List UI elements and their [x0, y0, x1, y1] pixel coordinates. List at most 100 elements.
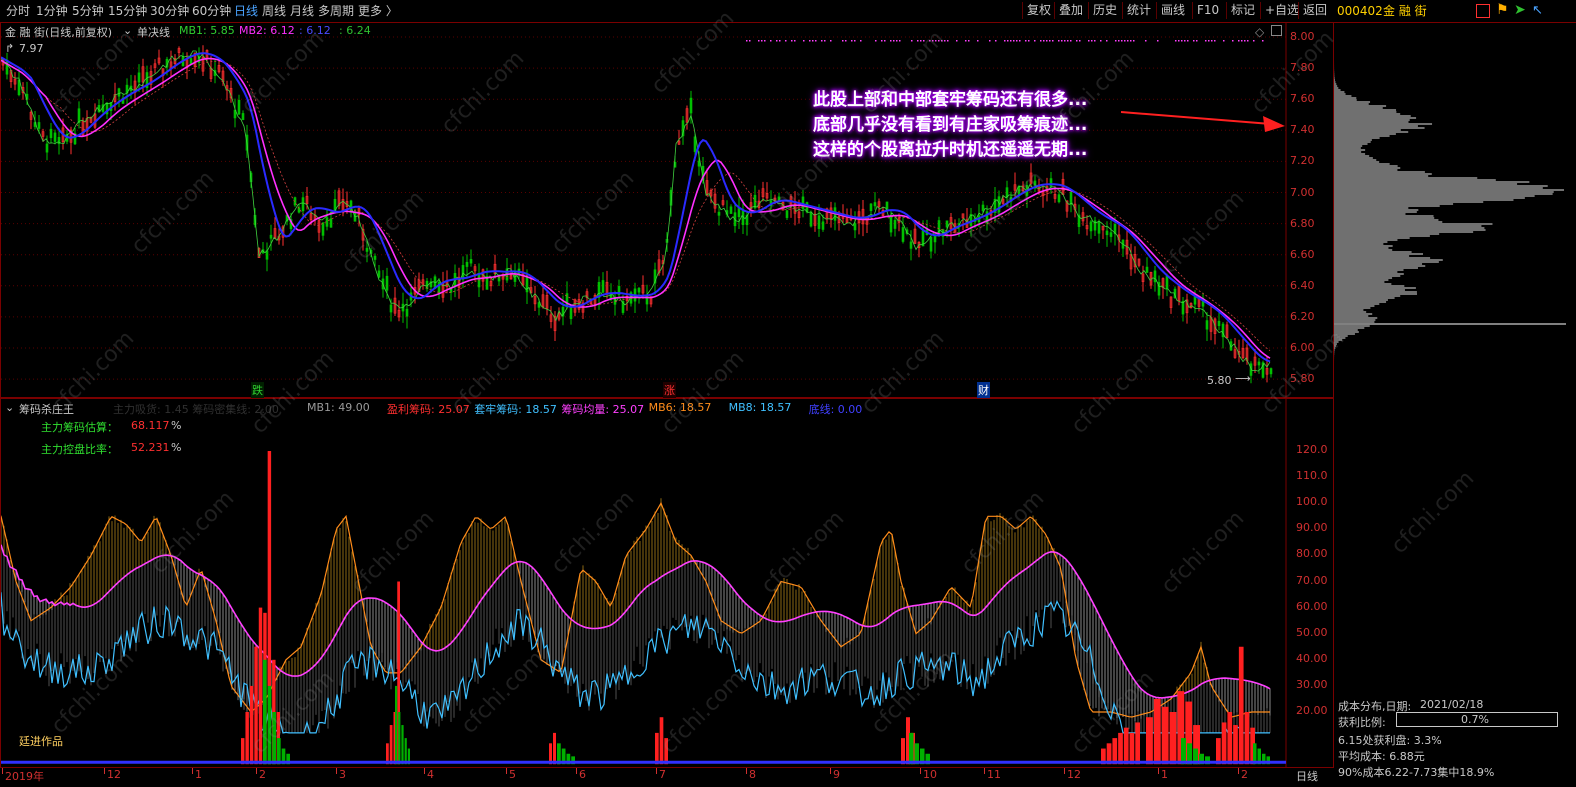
signal-dot — [1238, 40, 1240, 42]
tab-fenshi[interactable]: 分时 — [6, 3, 30, 19]
indicator-panel[interactable]: ⌄ 筹码杀庄王 主力吸货: 1.45 筹码密集线: 2.00 MB1: 49.0… — [0, 398, 1334, 769]
signal-dot — [794, 40, 796, 42]
settings-circle-icon[interactable]: ⌄ — [5, 401, 14, 414]
date-tick-mark — [336, 768, 337, 774]
profit-ratio-label: 获利比例: — [1338, 716, 1386, 729]
signal-dot — [824, 40, 826, 42]
volume-bar — [655, 732, 659, 765]
signal-dot — [1214, 40, 1216, 42]
chip-line-1: 6.15处获利盘: 3.3% — [1338, 734, 1442, 747]
signal-dot — [1130, 40, 1132, 42]
date-tick: 12 — [107, 768, 121, 781]
history-button[interactable]: 历史 — [1088, 2, 1121, 19]
candle-body — [49, 128, 53, 139]
stats-button[interactable]: 统计 — [1122, 2, 1155, 19]
arrow-icon[interactable]: ➤ — [1514, 2, 1526, 18]
signal-dot — [770, 40, 772, 42]
candle-body — [1069, 191, 1073, 205]
event-marker-rise[interactable]: 涨 — [663, 382, 676, 398]
indicator-value-item: 筹码均量: 25.07 — [561, 403, 645, 416]
annotation-arrow — [1120, 111, 1272, 125]
signal-dot — [812, 40, 814, 42]
panel-toggle-icon[interactable] — [1271, 25, 1282, 36]
mark-button[interactable]: 标记 — [1226, 2, 1259, 19]
tab-daily[interactable]: 日线 — [234, 3, 258, 19]
chip-histogram — [1334, 61, 1566, 377]
tab-monthly[interactable]: 月线 — [290, 3, 314, 19]
signal-dot — [911, 40, 913, 42]
annotation-line-3: 这样的个股离拉升时机还遥遥无期... — [813, 140, 1088, 160]
signal-dot — [1157, 40, 1159, 42]
profit-ratio-value: 0.7% — [1461, 713, 1489, 726]
back-button[interactable]: 返回 — [1298, 2, 1331, 19]
signal-dot — [875, 40, 877, 42]
signal-dot — [896, 40, 898, 42]
draw-button[interactable]: 画线 — [1156, 2, 1189, 19]
tab-1min[interactable]: 1分钟 — [36, 3, 68, 19]
low-arrow-icon: ⟶ — [1235, 372, 1251, 385]
signal-dot — [1193, 40, 1195, 42]
signal-dot — [1007, 40, 1009, 42]
candle-body — [1105, 230, 1109, 236]
tab-weekly[interactable]: 周线 — [262, 3, 286, 19]
candle-body — [1153, 270, 1157, 283]
candle-body — [1193, 296, 1197, 305]
volume-bar — [1146, 717, 1153, 765]
signal-dot — [1040, 40, 1042, 42]
candle-body — [265, 250, 269, 260]
signal-dot — [1178, 40, 1180, 42]
tab-30min[interactable]: 30分钟 — [150, 3, 189, 19]
date-tick: 2 — [259, 768, 266, 781]
signal-dot — [1121, 40, 1123, 42]
event-marker-finance[interactable]: 财 — [977, 382, 990, 398]
tab-more[interactable]: 更多 〉 — [358, 3, 398, 19]
candle-body — [601, 280, 605, 293]
overlay-button[interactable]: 叠加 — [1054, 2, 1087, 19]
candle-body — [5, 59, 9, 75]
date-tick: 2019年 — [5, 770, 44, 783]
signal-dot — [1064, 40, 1066, 42]
f10-button[interactable]: F10 — [1192, 2, 1223, 19]
candle-body — [349, 200, 353, 213]
candle-body — [637, 287, 641, 293]
date-tick-mark — [984, 768, 985, 774]
volume-bar — [909, 732, 914, 765]
signal-dot — [1124, 40, 1126, 42]
tab-15min[interactable]: 15分钟 — [108, 3, 147, 19]
annotation-text: 此股上部和中部套牢筹码还有很多... 底部几乎没有看到有庄家吸筹痕迹... 这样… — [813, 88, 1087, 163]
fuquan-button[interactable]: 复权 — [1022, 2, 1055, 19]
signal-dot — [776, 40, 778, 42]
candle-body — [77, 108, 81, 123]
signal-dot — [803, 40, 805, 42]
candle-body — [933, 235, 937, 243]
signal-dot — [1241, 40, 1243, 42]
signal-dot — [1091, 40, 1093, 42]
candle-body — [809, 211, 813, 227]
tab-60min[interactable]: 60分钟 — [192, 3, 231, 19]
tab-5min[interactable]: 5分钟 — [72, 3, 104, 19]
date-tick: 8 — [749, 768, 756, 781]
date-tick: 3 — [339, 768, 346, 781]
candle-body — [377, 270, 381, 278]
signal-dot — [1019, 40, 1021, 42]
add-watch-button[interactable]: +自选 — [1260, 2, 1303, 19]
cursor-icon[interactable]: ↖ — [1532, 3, 1543, 18]
arrow-head-icon — [1263, 116, 1285, 132]
panel-icon[interactable] — [1476, 4, 1490, 18]
volume-bar — [1216, 738, 1221, 765]
date-tick-mark — [920, 768, 921, 774]
signal-dot — [1145, 40, 1147, 42]
date-tick: 11 — [987, 768, 1001, 781]
event-marker-fall[interactable]: 跌 — [251, 382, 264, 398]
period-toolbar: 分时 1分钟 5分钟 15分钟 30分钟 60分钟 日线 周线 月线 多周期 更… — [0, 0, 1576, 23]
date-tick: 2 — [1241, 768, 1248, 781]
diamond-icon[interactable]: ◇ — [1255, 25, 1264, 39]
flag-icon[interactable]: ⚑ — [1496, 2, 1509, 18]
signal-dot — [1205, 40, 1207, 42]
signal-dot — [821, 40, 823, 42]
date-tick: 6 — [579, 768, 586, 781]
signal-dot — [1127, 40, 1129, 42]
tab-multi[interactable]: 多周期 — [318, 3, 354, 19]
volume-bar — [241, 738, 245, 765]
main-est-pct: % — [171, 419, 182, 432]
